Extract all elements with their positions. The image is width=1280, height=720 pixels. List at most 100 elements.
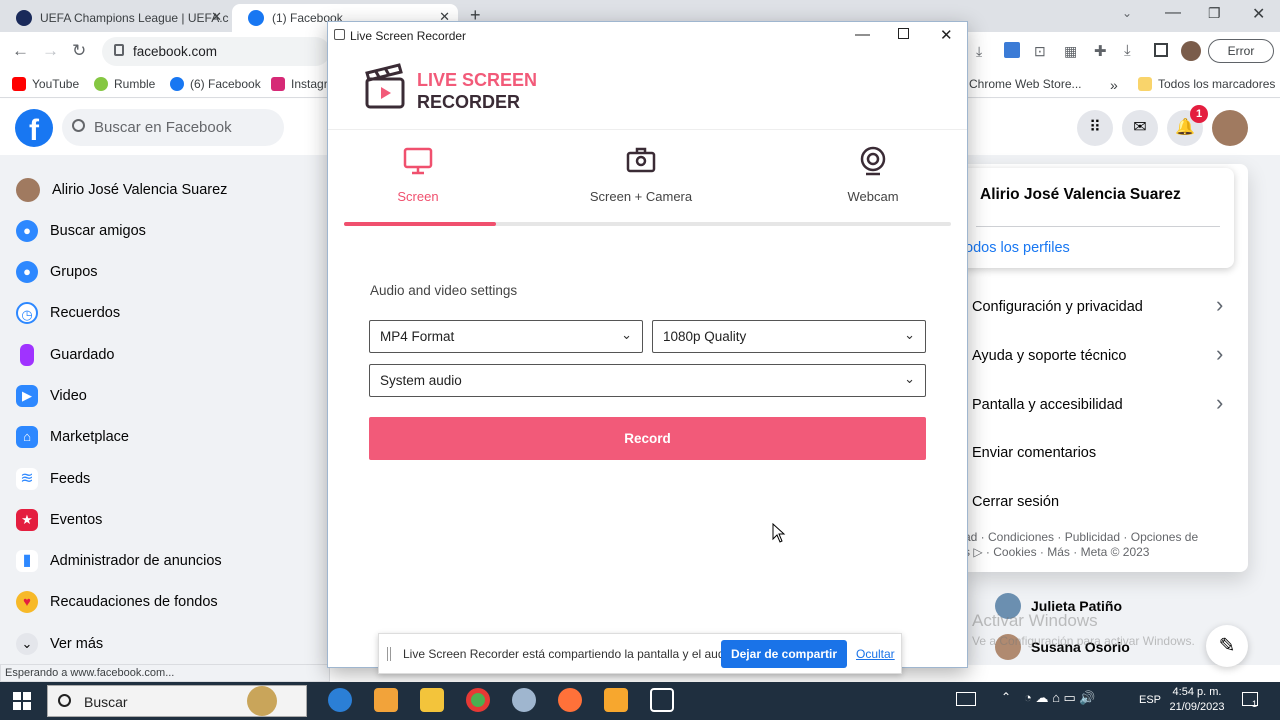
restore-icon[interactable]: ❐ xyxy=(1208,5,1221,22)
maximize-icon[interactable] xyxy=(898,28,909,39)
record-button[interactable]: Record xyxy=(369,417,926,460)
chevron-up-icon[interactable]: ⌃ xyxy=(1001,690,1011,704)
recorder-window: Live Screen Recorder — ✕ LIVE SCREEN REC… xyxy=(327,21,968,668)
all-profiles-link[interactable]: odos los perfiles xyxy=(965,240,1070,256)
facebook-search-input[interactable]: Buscar en Facebook xyxy=(62,109,284,146)
error-button[interactable]: Error xyxy=(1208,39,1274,63)
groups-icon: ● xyxy=(16,261,38,283)
browser-status-bar: Esperando a www.facebook.com... xyxy=(0,664,330,682)
format-select[interactable]: MP4 Format ⌄ xyxy=(369,320,643,353)
keyboard-icon[interactable] xyxy=(956,692,976,706)
profile-avatar[interactable] xyxy=(1181,41,1201,61)
close-tab-icon[interactable]: ✕ xyxy=(211,9,222,25)
hide-button[interactable]: Ocultar xyxy=(856,647,895,661)
chevron-right-icon: › xyxy=(1216,390,1224,415)
menu-give-feedback[interactable]: Enviar comentarios xyxy=(972,445,1096,461)
more-bookmarks-icon[interactable]: » xyxy=(1110,77,1118,93)
bookmark-all[interactable]: Todos los marcadores xyxy=(1138,77,1275,91)
profile-avatar[interactable] xyxy=(1212,110,1248,146)
clapperboard-logo-icon xyxy=(365,63,405,109)
sidebar-item-profile[interactable]: Alirio José Valencia Suarez xyxy=(16,172,227,208)
chevron-down-icon[interactable]: ⌄ xyxy=(1122,6,1132,20)
extension-icon[interactable]: ▦ xyxy=(1064,43,1077,60)
download-icon[interactable]: ⤓ xyxy=(1124,42,1131,59)
screen-recorder-taskbar-icon[interactable] xyxy=(650,688,674,712)
bookmark-facebook[interactable]: (6) Facebook xyxy=(170,77,261,91)
menu-display-accessibility[interactable]: Pantalla y accesibilidad xyxy=(972,397,1123,413)
file-explorer-icon[interactable] xyxy=(420,688,444,712)
facebook-logo[interactable]: f xyxy=(15,109,53,147)
sidebar-item-saved[interactable]: Guardado xyxy=(16,337,115,373)
sidebar-item-ads-manager[interactable]: ▮ Administrador de anuncios xyxy=(16,543,222,579)
back-icon[interactable]: ← xyxy=(12,41,29,61)
search-icon xyxy=(58,694,71,707)
tab-uefa[interactable]: UEFA Champions League | UEFA.c ✕ xyxy=(0,4,230,32)
new-message-button[interactable]: ✎ xyxy=(1206,625,1248,667)
sidebar-item-fundraisers[interactable]: ♥ Recaudaciones de fondos xyxy=(16,584,218,620)
sidebar-item-video[interactable]: ▶ Video xyxy=(16,378,87,414)
tray-icons[interactable]: ◔ ☁ ⌂ ▭ 🔊 xyxy=(1024,690,1096,706)
bookmark-rumble[interactable]: Rumble xyxy=(94,77,155,91)
logo-line2: RECORDER xyxy=(417,92,521,112)
footer-line[interactable]: ad · Condiciones · Publicidad · Opciones… xyxy=(964,530,1234,545)
windows-start-icon[interactable] xyxy=(13,692,31,710)
puzzle-icon[interactable]: ✚ xyxy=(1094,42,1107,60)
bookmark-youtube[interactable]: YouTube xyxy=(12,77,79,91)
screenshot-icon[interactable]: ⊡ xyxy=(1034,43,1046,60)
taskbar-clock[interactable]: 4:54 p. m. 21/09/2023 xyxy=(1162,685,1232,715)
sidepanel-icon[interactable] xyxy=(1154,43,1168,57)
logo-line1: LIVE SCREEN xyxy=(417,70,538,90)
windows-activation-watermark: Activar Windows xyxy=(972,611,1098,630)
screen-sharing-bar: Live Screen Recorder está compartiendo l… xyxy=(378,633,902,674)
mode-tab-webcam[interactable]: Webcam xyxy=(838,146,908,204)
bookmark-instagram[interactable]: Instagr xyxy=(271,77,328,91)
quality-select[interactable]: 1080p Quality ⌄ xyxy=(652,320,926,353)
menu-log-out[interactable]: Cerrar sesión xyxy=(972,494,1059,510)
language-indicator[interactable]: ESP xyxy=(1139,694,1161,706)
sidebar-item-see-more[interactable]: ⌄ Ver más xyxy=(16,626,103,662)
bookmark-chrome-web-store[interactable]: Chrome Web Store... xyxy=(969,77,1082,91)
notification-center-count: 1 xyxy=(1252,699,1258,709)
divider xyxy=(976,226,1220,227)
menu-grid-icon[interactable]: ⠿ xyxy=(1077,110,1113,146)
messenger-icon[interactable]: ✉ xyxy=(1122,110,1158,146)
menu-help-support[interactable]: Ayuda y soporte técnico xyxy=(972,348,1127,364)
store-icon[interactable] xyxy=(374,688,398,712)
sidebar-item-events[interactable]: ★ Eventos xyxy=(16,502,102,538)
youtube-icon xyxy=(12,77,26,91)
lock-icon[interactable] xyxy=(114,44,124,56)
app-icon[interactable] xyxy=(512,688,536,712)
footer-line[interactable]: s ▷ · Cookies · Más · Meta © 2023 xyxy=(964,545,1234,560)
forward-icon[interactable]: → xyxy=(42,41,59,61)
media-player-icon[interactable] xyxy=(604,688,628,712)
search-highlight-icon[interactable] xyxy=(247,686,277,716)
sidebar-item-memories[interactable]: ◷ Recuerdos xyxy=(16,295,120,331)
memories-icon: ◷ xyxy=(16,302,38,324)
marketplace-icon: ⌂ xyxy=(16,426,38,448)
menu-settings-privacy[interactable]: Configuración y privacidad xyxy=(972,299,1143,315)
sidebar-item-marketplace[interactable]: ⌂ Marketplace xyxy=(16,419,129,455)
close-window-icon[interactable]: ✕ xyxy=(940,26,953,44)
firefox-icon[interactable] xyxy=(558,688,582,712)
monitor-icon xyxy=(403,147,433,175)
download-icon[interactable]: ⤓ xyxy=(976,43,982,60)
minimize-icon[interactable]: — xyxy=(855,26,870,43)
date: 21/09/2023 xyxy=(1169,701,1225,713)
minimize-icon[interactable]: — xyxy=(1165,4,1181,22)
extension-icon[interactable] xyxy=(1004,42,1020,58)
app-icon xyxy=(334,29,345,40)
chrome-icon[interactable] xyxy=(466,688,490,712)
sidebar-item-find-friends[interactable]: ● Buscar amigos xyxy=(16,213,146,249)
reload-icon[interactable]: ↻ xyxy=(72,41,86,61)
address-bar[interactable]: facebook.com xyxy=(102,37,330,66)
close-window-icon[interactable]: ✕ xyxy=(1252,4,1265,24)
drag-handle-icon[interactable] xyxy=(387,647,391,661)
edge-icon[interactable] xyxy=(328,688,352,712)
sidebar-item-groups[interactable]: ● Grupos xyxy=(16,254,98,290)
sidebar-item-feeds[interactable]: ≋ Feeds xyxy=(16,461,90,497)
mode-tab-screen-camera[interactable]: Screen + Camera xyxy=(586,146,696,204)
account-name[interactable]: Alirio José Valencia Suarez xyxy=(980,186,1181,204)
stop-sharing-button[interactable]: Dejar de compartir xyxy=(721,640,847,668)
audio-select[interactable]: System audio ⌄ xyxy=(369,364,926,397)
mode-tab-screen[interactable]: Screen xyxy=(386,146,450,204)
